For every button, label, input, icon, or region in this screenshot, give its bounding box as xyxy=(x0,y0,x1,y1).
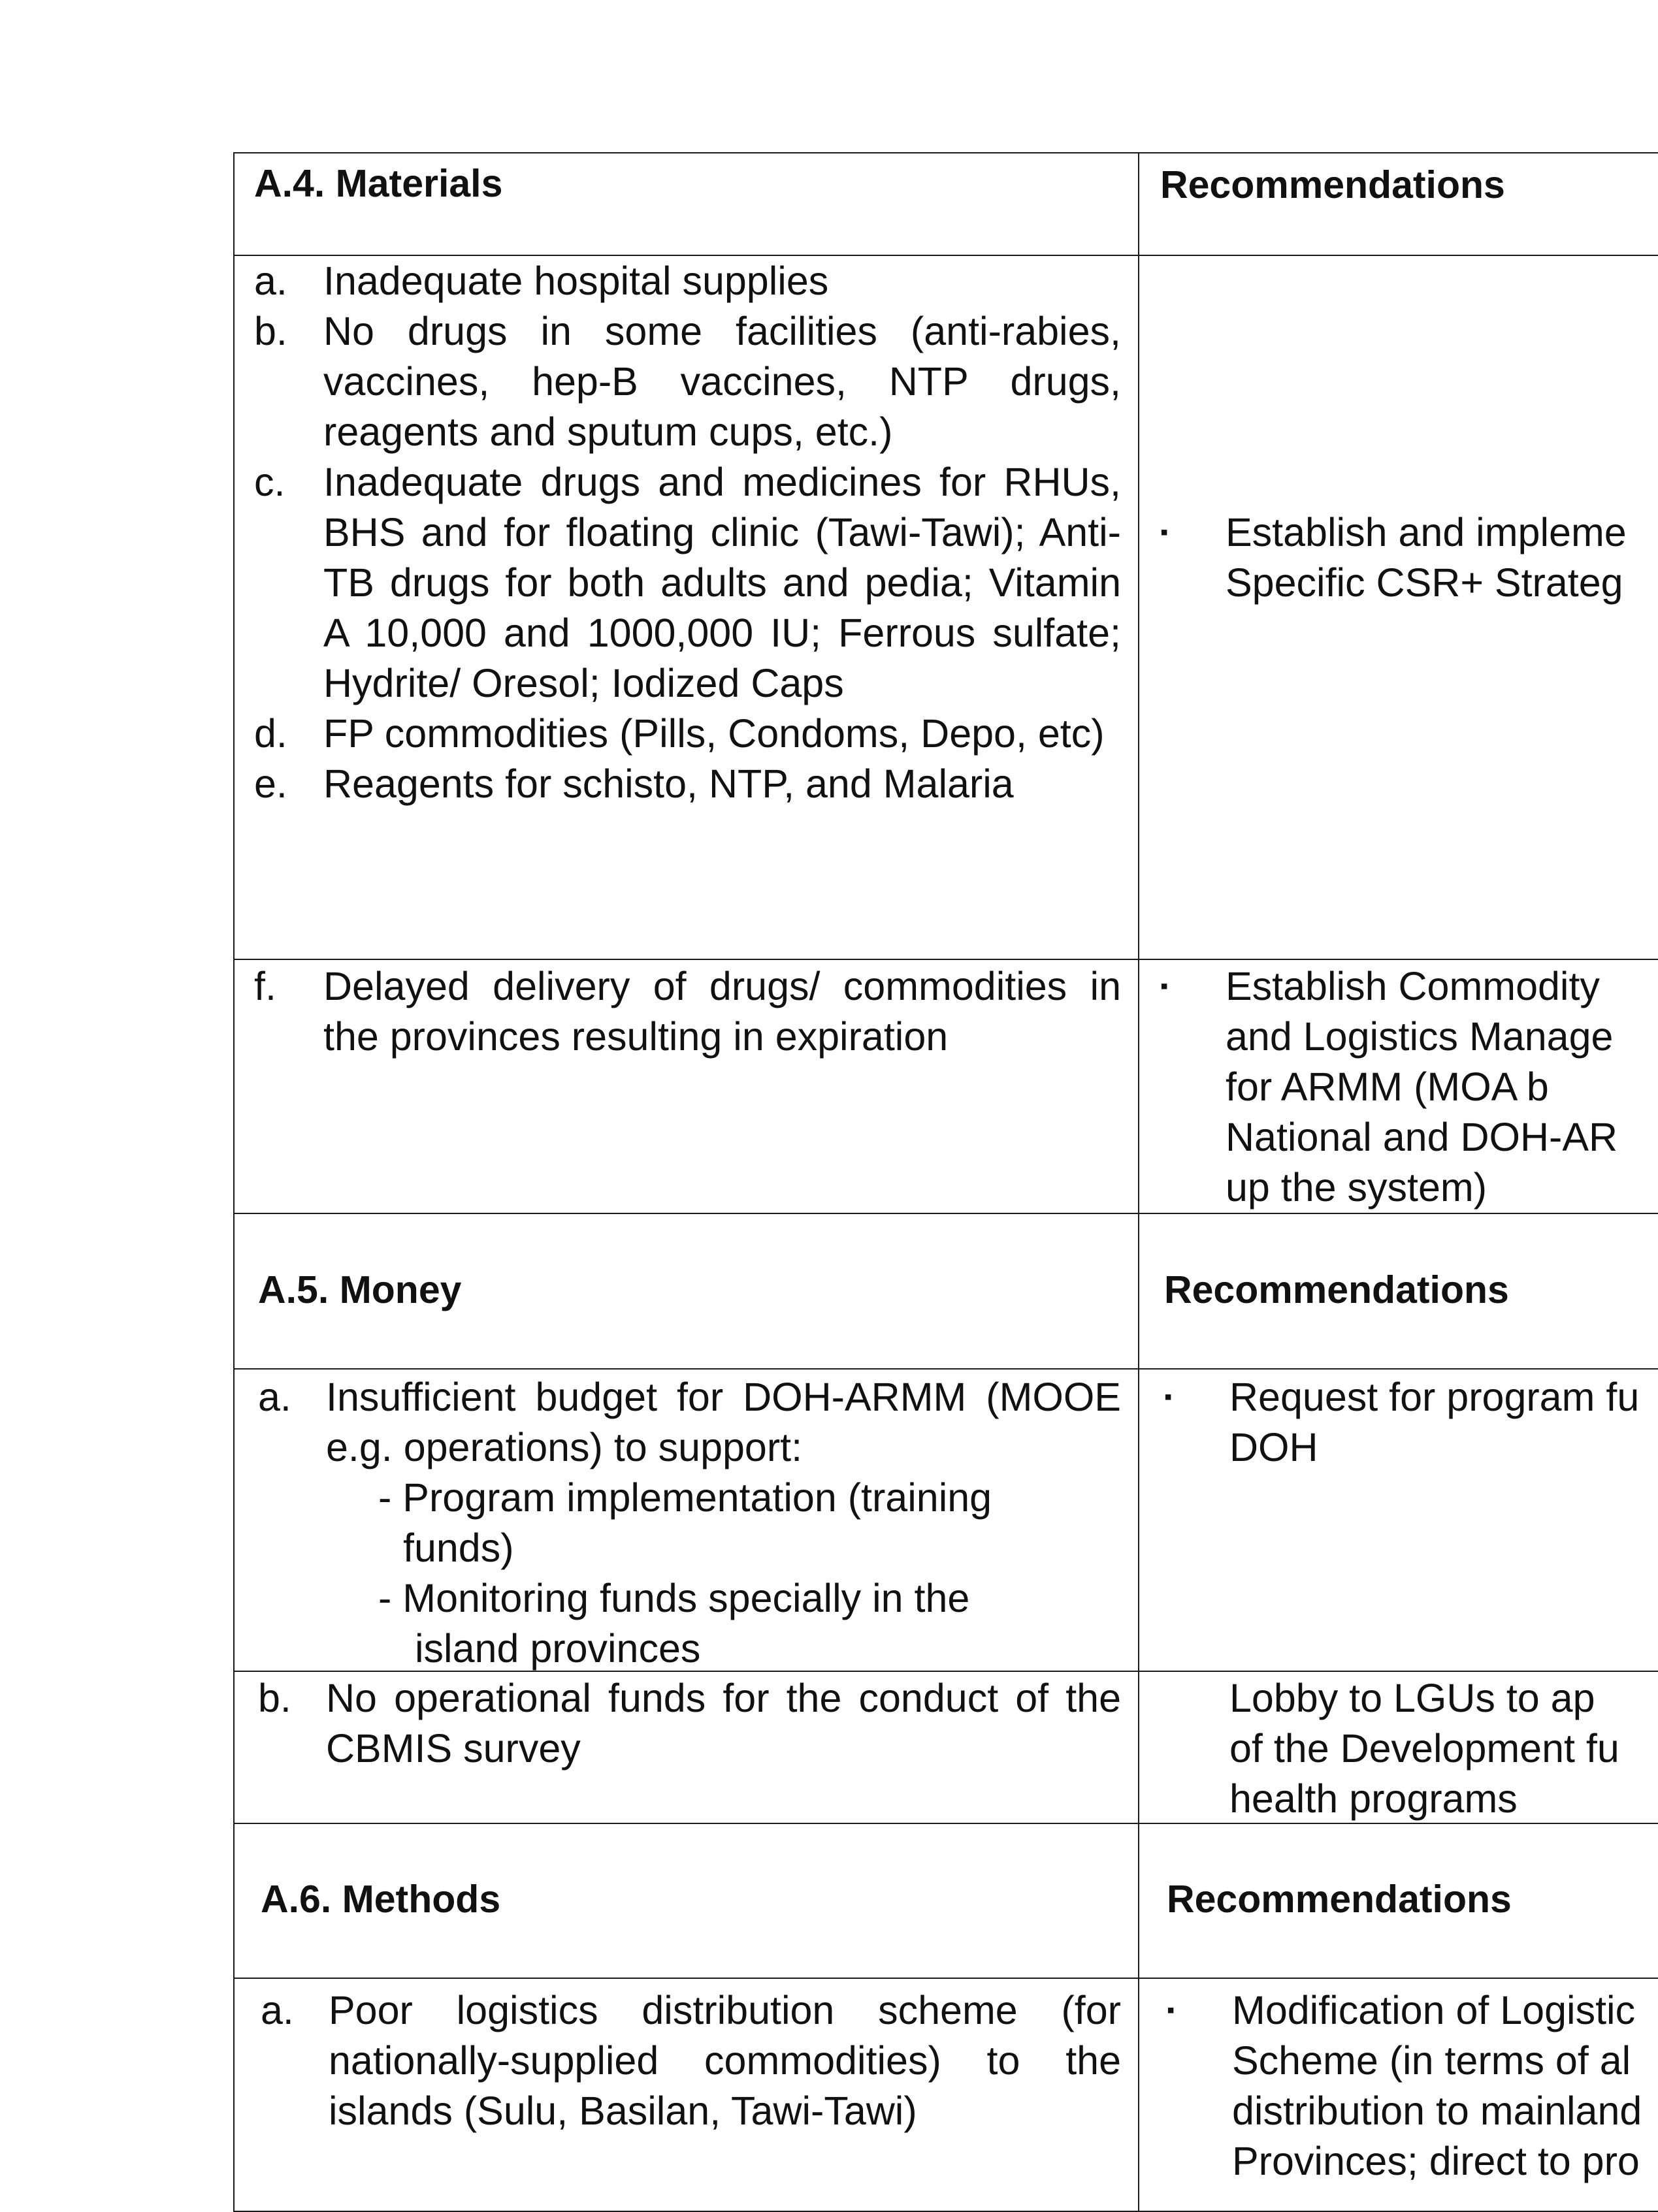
materials-money-methods-table: A.4. Materials Recommendations a. Inadeq… xyxy=(233,152,1658,2212)
recommendation-line: National and DOH-AR xyxy=(1226,1115,1618,1159)
money-recommendations-header: Recommendations xyxy=(1164,1268,1509,1311)
methods-recommendations-header: Recommendations xyxy=(1167,1878,1512,1921)
materials-issues-cell: a. Inadequate hospital supplies b. No dr… xyxy=(235,256,1138,809)
item-marker: a. xyxy=(261,1988,294,2032)
recommendation-line: Specific CSR+ Strateg xyxy=(1226,560,1623,605)
materials-recommendations-header: Recommendations xyxy=(1160,163,1505,206)
sub-item-line: - Monitoring funds specially in the xyxy=(378,1576,970,1620)
list-item: c. Inadequate drugs and medicines for RH… xyxy=(235,457,1138,709)
sub-list-item: - Program implementation (training funds… xyxy=(235,1473,1138,1573)
list-item: a. Insufficient budget for DOH-ARMM (MOO… xyxy=(235,1372,1138,1473)
recommendation-line: Provinces; direct to pro xyxy=(1232,2139,1640,2183)
item-text: FP commodities (Pills, Condoms, Depo, et… xyxy=(323,711,1105,756)
money-header: A.5. Money xyxy=(258,1268,462,1311)
list-item: a. Poor logistics distribution scheme (f… xyxy=(235,1985,1138,2136)
recommendation-line: for ARMM (MOA b xyxy=(1226,1065,1549,1109)
recommendation-bullet: ▪ Establish and impleme Specific CSR+ St… xyxy=(1139,507,1658,608)
item-marker: d. xyxy=(254,711,287,756)
recommendation-bullet: ▪ Establish Commodity and Logistics Mana… xyxy=(1139,961,1658,1213)
row-divider xyxy=(235,1368,1658,1370)
item-marker: b. xyxy=(258,1676,291,1720)
item-marker: f. xyxy=(254,964,276,1008)
recommendation-line: health programs xyxy=(1229,1776,1518,1821)
recommendation-line: Establish Commodity xyxy=(1226,964,1600,1008)
methods-recommendation-cell: ▪ Modification of Logistic Scheme (in te… xyxy=(1139,1985,1658,2187)
recommendation-line: of the Development fu xyxy=(1229,1726,1619,1771)
item-marker: c. xyxy=(254,460,285,504)
row-divider xyxy=(235,959,1658,960)
list-item: b. No operational funds for the conduct … xyxy=(235,1673,1138,1774)
materials-delay-cell: f. Delayed delivery of drugs/ commoditie… xyxy=(235,961,1138,1062)
methods-logistics-cell: a. Poor logistics distribution scheme (f… xyxy=(235,1985,1138,2136)
bullet-icon: ▪ xyxy=(1160,520,1169,545)
item-marker: a. xyxy=(254,259,287,303)
item-text: No operational funds for the conduct of … xyxy=(326,1676,1121,1771)
item-marker: e. xyxy=(254,761,287,806)
money-budget-recommendation-cell: ▪ Request for program fu DOH xyxy=(1139,1372,1658,1473)
recommendation-line: Modification of Logistic xyxy=(1232,1988,1636,2032)
recommendation-line: and Logistics Manage xyxy=(1226,1014,1614,1059)
materials-header-cell: A.4. Materials xyxy=(235,157,1138,210)
sub-item-line: island provinces xyxy=(415,1626,701,1671)
list-item: b. No drugs in some facilities (anti-rab… xyxy=(235,306,1138,457)
money-lobby-recommendation-cell: Lobby to LGUs to ap of the Development f… xyxy=(1139,1673,1658,1824)
sub-list-item: - Monitoring funds specially in the isla… xyxy=(235,1573,1138,1674)
recommendation-line: distribution to mainland xyxy=(1232,2089,1642,2133)
recommendation-bullet: ▪ Request for program fu DOH xyxy=(1139,1372,1658,1473)
recommendation-line: Request for program fu xyxy=(1229,1375,1640,1419)
item-text: No drugs in some facilities (anti-rabies… xyxy=(323,309,1121,454)
list-item: e. Reagents for schisto, NTP, and Malari… xyxy=(235,759,1138,809)
recommendation-line: DOH xyxy=(1229,1425,1318,1469)
recommendation-text: Lobby to LGUs to ap of the Development f… xyxy=(1139,1673,1658,1824)
recommendation-line: Establish and impleme xyxy=(1226,510,1627,554)
materials-recommendations-header-cell: Recommendations xyxy=(1139,159,1658,211)
recommendation-bullet: ▪ Modification of Logistic Scheme (in te… xyxy=(1139,1985,1658,2187)
list-item: a. Inadequate hospital supplies xyxy=(235,256,1138,306)
methods-recommendations-header-cell: Recommendations xyxy=(1139,1873,1658,1925)
recommendation-line: Lobby to LGUs to ap xyxy=(1229,1676,1595,1720)
bullet-icon: ▪ xyxy=(1164,1385,1173,1409)
item-text: Delayed delivery of drugs/ commodities i… xyxy=(323,964,1121,1059)
item-text: Insufficient budget for DOH-ARMM (MOOE e… xyxy=(326,1375,1121,1469)
item-text: Poor logistics distribution scheme (for … xyxy=(329,1988,1121,2133)
sub-item-line: - Program implementation (training xyxy=(378,1475,992,1520)
money-budget-cell: a. Insufficient budget for DOH-ARMM (MOO… xyxy=(235,1372,1138,1674)
item-marker: b. xyxy=(254,309,287,353)
bullet-icon: ▪ xyxy=(1160,974,1169,999)
item-text: Reagents for schisto, NTP, and Malaria xyxy=(323,761,1014,806)
item-text: Inadequate drugs and medicines for RHUs,… xyxy=(323,460,1121,705)
sub-item-line: funds) xyxy=(403,1526,514,1570)
row-divider xyxy=(235,1978,1658,1979)
money-cbmis-cell: b. No operational funds for the conduct … xyxy=(235,1673,1138,1774)
list-item: d. FP commodities (Pills, Condoms, Depo,… xyxy=(235,709,1138,759)
materials-logistics-recommendation-cell: ▪ Establish Commodity and Logistics Mana… xyxy=(1139,961,1658,1213)
bullet-icon: ▪ xyxy=(1167,1998,1175,2023)
money-recommendations-header-cell: Recommendations xyxy=(1139,1264,1658,1316)
methods-header-cell: A.6. Methods xyxy=(235,1873,1138,1925)
materials-header: A.4. Materials xyxy=(254,162,503,205)
row-divider xyxy=(235,1213,1658,1214)
recommendation-line: Scheme (in terms of al xyxy=(1232,2038,1631,2083)
item-text: Inadequate hospital supplies xyxy=(323,259,829,303)
recommendation-line: up the system) xyxy=(1226,1165,1487,1210)
item-marker: a. xyxy=(258,1375,291,1419)
materials-recommendation-cell: ▪ Establish and impleme Specific CSR+ St… xyxy=(1139,507,1658,608)
methods-header: A.6. Methods xyxy=(261,1878,501,1921)
list-item: f. Delayed delivery of drugs/ commoditie… xyxy=(235,961,1138,1062)
money-header-cell: A.5. Money xyxy=(235,1264,1138,1316)
